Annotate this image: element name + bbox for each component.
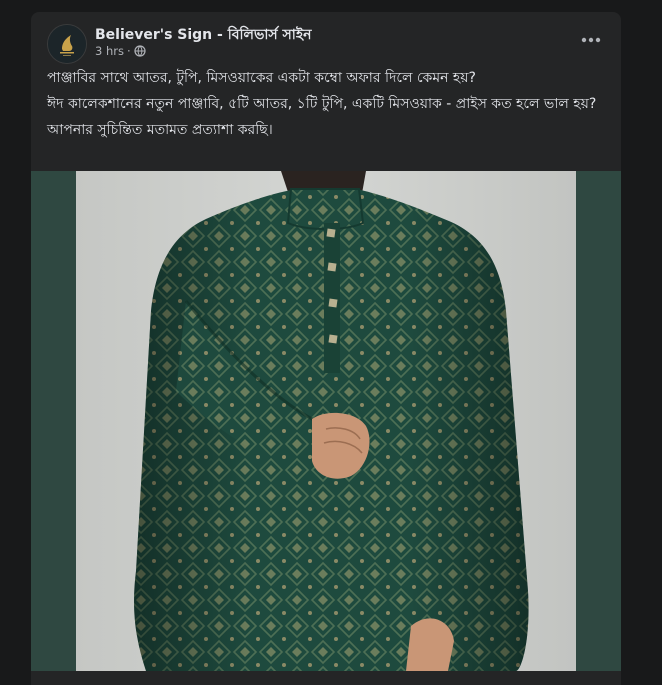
post-paragraph: পাঞ্জাবির সাথে আতর, টুপি, মিসওয়াকের একট… (47, 70, 476, 86)
post-message: পাঞ্জাবির সাথে আতর, টুপি, মিসওয়াকের একট… (47, 68, 603, 146)
post-options-button[interactable] (573, 26, 609, 54)
globe-icon[interactable] (134, 45, 146, 57)
post-header: Believer's Sign - বিলিভার্স সাইন 3 hrs · (31, 12, 621, 68)
post-time[interactable]: 3 hrs (95, 44, 124, 58)
panjabi-photo (76, 171, 576, 671)
post-meta: 3 hrs · (95, 44, 146, 58)
page-avatar[interactable] (47, 24, 87, 64)
post-paragraph: ঈদ কালেকশানের নতুন পাঞ্জাবি, ৫টি আতর, ১ট… (47, 96, 597, 112)
feed-page: Believer's Sign - বিলিভার্স সাইন 3 hrs · (0, 0, 662, 685)
post-image[interactable] (31, 171, 621, 671)
meta-separator: · (126, 44, 131, 58)
post-card: Believer's Sign - বিলিভার্স সাইন 3 hrs · (31, 12, 621, 685)
believers-sign-logo (48, 25, 86, 63)
more-horizontal-icon (581, 37, 601, 43)
post-paragraph: আপনার সুচিন্তিত মতামত প্রত্যাশা করছি। (47, 122, 273, 138)
post-card-footer (31, 671, 621, 685)
